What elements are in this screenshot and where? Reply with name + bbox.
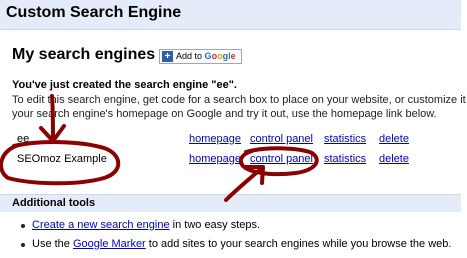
instructions-line-2: your search engine's homepage on Google … — [12, 108, 437, 120]
google-letter-1: G — [204, 51, 212, 61]
google-letter-6: e — [230, 51, 236, 61]
engine-row: SEOmoz Example homepage control panel st… — [0, 153, 461, 167]
instructions-text: To edit this search engine, get code for… — [12, 93, 467, 121]
delete-link[interactable]: delete — [379, 133, 409, 145]
delete-link[interactable]: delete — [379, 153, 409, 165]
add-to-google-button[interactable]: + Add to Google — [159, 49, 242, 64]
tool-item-text: to add sites to your search engines whil… — [145, 238, 452, 250]
header-bar: Custom Search Engine — [0, 0, 461, 30]
bullet-icon — [21, 243, 25, 247]
annotation-arrow-diagonal-head — [244, 165, 265, 185]
engine-name: SEOmoz Example — [17, 153, 107, 165]
control-panel-link[interactable]: control panel — [250, 153, 313, 165]
tool-item-text: in two easy steps. — [169, 219, 261, 231]
engine-name: ee — [17, 133, 30, 145]
created-message: You've just created the search engine "e… — [12, 79, 237, 91]
plus-icon: + — [162, 51, 173, 62]
homepage-link[interactable]: homepage — [189, 133, 241, 145]
google-marker-link[interactable]: Google Marker — [73, 238, 146, 250]
statistics-link[interactable]: statistics — [324, 153, 366, 165]
statistics-link[interactable]: statistics — [324, 133, 366, 145]
create-engine-link[interactable]: Create a new search engine — [32, 219, 170, 231]
tools-title: Additional tools — [12, 197, 96, 209]
list-item: Create a new search engine in two easy s… — [21, 219, 261, 231]
tool-item-prefix: Use the — [32, 238, 73, 250]
bullet-icon — [21, 224, 25, 228]
tools-header-bar: Additional tools — [0, 194, 461, 212]
section-title: My search engines — [12, 46, 156, 63]
list-item: Use the Google Marker to add sites to yo… — [21, 238, 452, 250]
homepage-link[interactable]: homepage — [189, 153, 241, 165]
instructions-line-1: To edit this search engine, get code for… — [12, 94, 467, 106]
control-panel-link[interactable]: control panel — [250, 133, 313, 145]
add-to-label: Add to — [176, 51, 203, 61]
engine-row: ee homepage control panel statistics del… — [0, 133, 461, 147]
page-title: Custom Search Engine — [6, 4, 182, 21]
